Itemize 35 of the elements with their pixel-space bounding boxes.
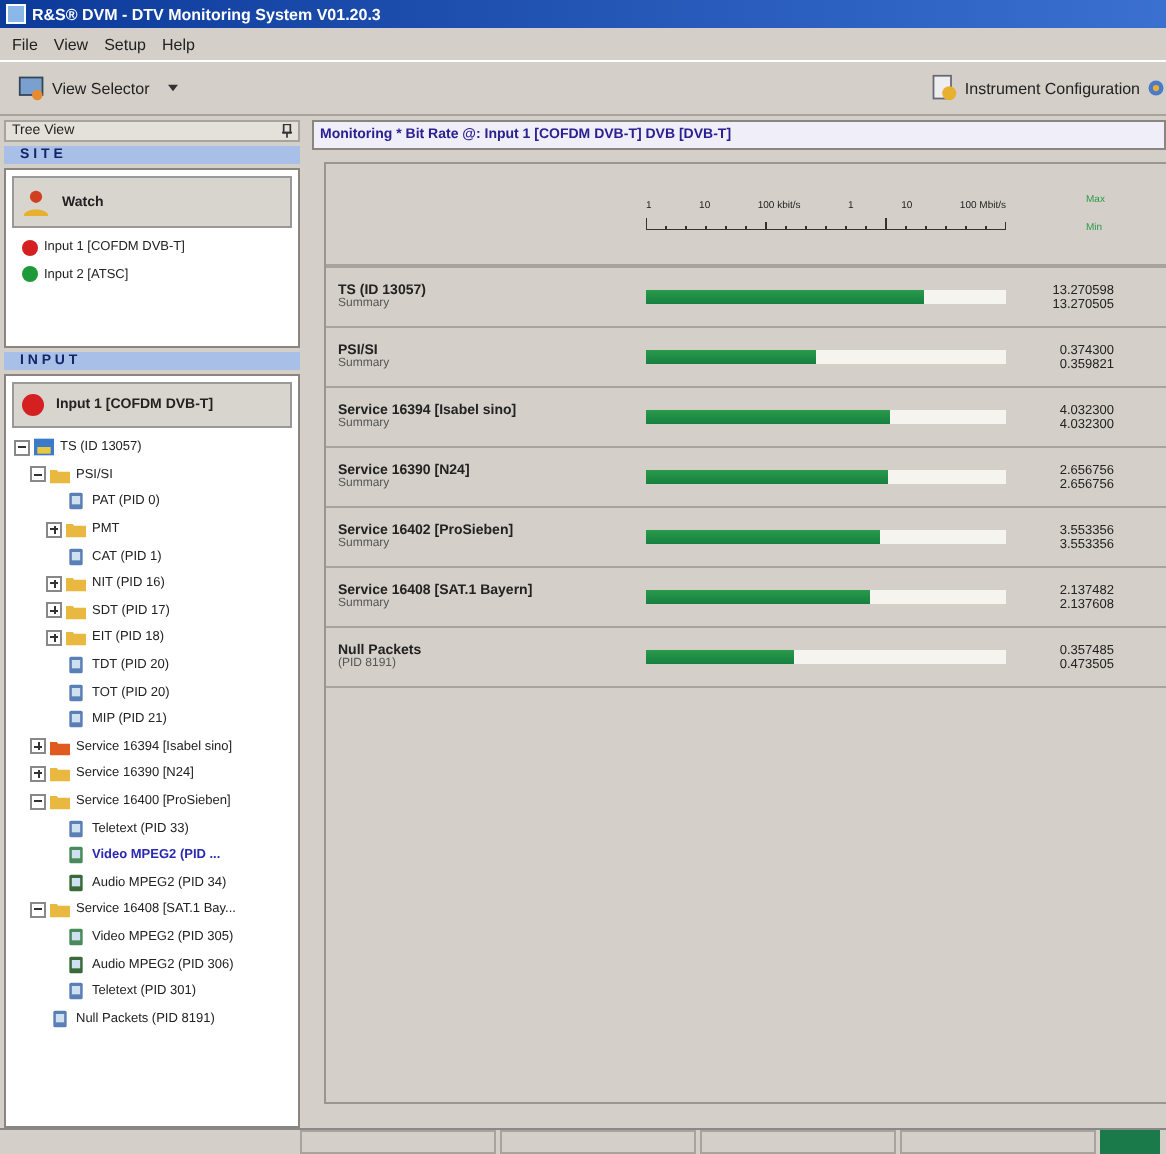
expand-toggle[interactable]: [46, 575, 62, 592]
expand-toggle[interactable]: [46, 521, 62, 538]
pin-icon[interactable]: [282, 124, 292, 138]
menu-item[interactable]: File: [12, 35, 38, 53]
speaker-icon: [66, 955, 86, 974]
menu-item[interactable]: View: [53, 35, 89, 53]
window-title: R&S® DVM - DTV Monitoring System V01.20.3: [32, 5, 381, 23]
folder-icon: [50, 900, 70, 919]
expand-toggle[interactable]: [46, 602, 62, 619]
document-icon: [66, 547, 86, 566]
expand-toggle[interactable]: [30, 738, 46, 755]
stream-icon: [34, 438, 54, 457]
collapse-toggle[interactable]: [30, 901, 46, 918]
video-icon: [66, 846, 86, 865]
folder-icon: [50, 465, 70, 484]
person-icon: [22, 188, 50, 216]
status-indicator: [1100, 1130, 1160, 1154]
expand-toggle[interactable]: [46, 629, 62, 646]
menu-item[interactable]: Setup: [104, 35, 146, 53]
menu-item[interactable]: Help: [162, 35, 195, 53]
folder-icon: [66, 520, 86, 539]
collapse-toggle[interactable]: [30, 466, 46, 483]
collapse-toggle[interactable]: [30, 793, 46, 810]
view-selector-button[interactable]: View Selector: [12, 70, 184, 106]
app-icon: [6, 4, 26, 24]
caret-icon: [167, 84, 178, 92]
expand-toggle[interactable]: [30, 765, 46, 782]
speaker-icon: [66, 873, 86, 892]
alert-icon: [22, 394, 44, 416]
document-icon: [66, 819, 86, 838]
collapse-toggle[interactable]: [14, 439, 30, 456]
instrument-configuration-button[interactable]: Instrument Configuration: [924, 70, 1146, 106]
video-icon: [66, 927, 86, 946]
document-icon: [66, 492, 86, 511]
monitor-icon: [18, 74, 46, 102]
